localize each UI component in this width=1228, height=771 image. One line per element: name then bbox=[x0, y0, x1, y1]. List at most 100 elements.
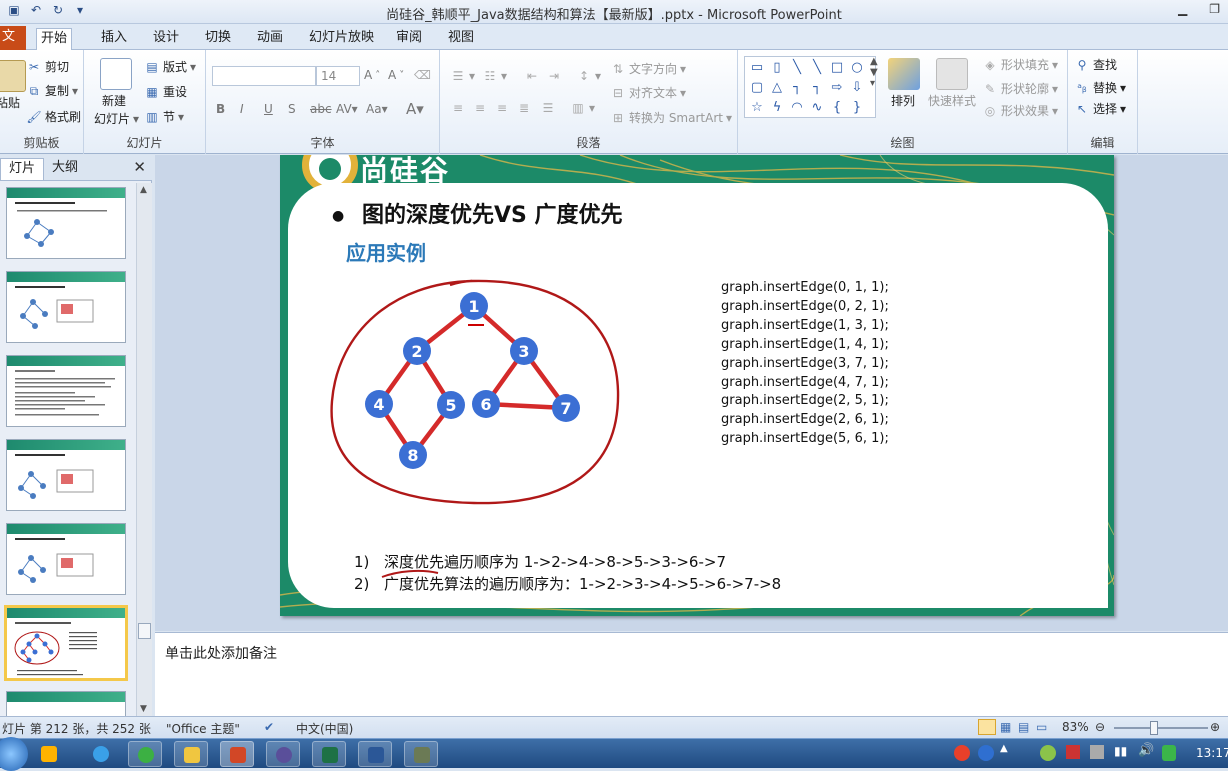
restore-icon[interactable]: ❐ bbox=[1209, 2, 1220, 16]
zoom-slider-thumb[interactable] bbox=[1150, 721, 1158, 735]
align-left-button[interactable]: ≡ bbox=[450, 100, 466, 116]
tab-view[interactable]: 视图 bbox=[444, 28, 478, 50]
roundrect-shape-icon[interactable]: ▢ bbox=[747, 78, 767, 98]
font-name-input[interactable] bbox=[212, 66, 316, 86]
start-button-icon[interactable] bbox=[0, 737, 28, 771]
arrange-icon[interactable] bbox=[888, 58, 920, 90]
scroll-down-icon[interactable]: ▼ bbox=[140, 704, 147, 714]
lightning-shape-icon[interactable]: ϟ bbox=[767, 98, 787, 118]
grow-font-button[interactable]: A ˄ bbox=[364, 68, 380, 82]
normal-view-icon[interactable] bbox=[978, 719, 996, 735]
zoom-level[interactable]: 83% bbox=[1062, 720, 1089, 734]
reading-view-icon[interactable]: ▤ bbox=[1018, 720, 1029, 734]
find-button[interactable]: ⚲ 查找 bbox=[1074, 56, 1117, 73]
select-button[interactable]: ↖ 选择 ▾ bbox=[1074, 100, 1126, 117]
reset-button[interactable]: ▦ 重设 bbox=[144, 83, 187, 100]
taskbar-folder-icon[interactable] bbox=[174, 741, 208, 767]
zoom-in-icon[interactable]: ⊕ bbox=[1210, 720, 1220, 734]
shrink-font-button[interactable]: A ˅ bbox=[388, 68, 404, 82]
brace-right-shape-icon[interactable]: } bbox=[847, 98, 867, 118]
tray-device-icon[interactable] bbox=[1090, 745, 1104, 759]
arrange-button[interactable]: 排列 bbox=[891, 92, 915, 109]
elbow-shape-icon[interactable]: ┐ bbox=[787, 78, 807, 98]
increase-indent-button[interactable]: ⇥ bbox=[546, 68, 562, 84]
slide-subtitle[interactable]: 应用实例 bbox=[346, 237, 426, 266]
tab-slides-panel[interactable]: 灯片 bbox=[0, 158, 45, 180]
scroll-thumb[interactable] bbox=[138, 623, 151, 639]
slide-thumbnail[interactable] bbox=[6, 355, 126, 427]
strikethrough-button[interactable]: abc bbox=[310, 102, 332, 116]
distributed-button[interactable]: ☰ bbox=[540, 100, 556, 116]
tab-design[interactable]: 设计 bbox=[149, 28, 183, 50]
shapes-scroll[interactable]: ▲ ▼ ▾ bbox=[870, 56, 878, 89]
vtextbox-shape-icon[interactable]: ▯ bbox=[767, 58, 787, 78]
decrease-indent-button[interactable]: ⇤ bbox=[524, 68, 540, 84]
security-icon[interactable] bbox=[1162, 745, 1176, 761]
taskbar-app-icon[interactable] bbox=[32, 741, 66, 767]
graph-diagram[interactable]: 1 2 3 4 5 6 7 8 bbox=[324, 271, 664, 511]
volume-icon[interactable]: 🔊 bbox=[1138, 743, 1154, 758]
char-spacing-button[interactable]: AV▾ bbox=[336, 102, 358, 116]
tab-transitions[interactable]: 切换 bbox=[201, 28, 235, 50]
format-painter-button[interactable]: 🖌 格式刷 bbox=[26, 108, 81, 125]
taskbar-powerpoint-icon[interactable] bbox=[220, 741, 254, 767]
textbox-shape-icon[interactable]: ▭ bbox=[747, 58, 767, 78]
language-indicator[interactable]: 中文(中国) bbox=[296, 720, 353, 737]
sorter-view-icon[interactable]: ▦ bbox=[1000, 720, 1011, 734]
section-button[interactable]: ▥ 节 ▾ bbox=[144, 108, 184, 125]
taskbar-browser-icon[interactable] bbox=[128, 741, 162, 767]
copy-button[interactable]: ⧉ 复制 ▾ bbox=[26, 82, 78, 99]
tray-app-icon[interactable] bbox=[1040, 745, 1056, 761]
thumbnails-scrollbar[interactable]: ▲ ▼ bbox=[136, 183, 152, 716]
network-icon[interactable]: ▮▮ bbox=[1114, 744, 1127, 758]
slide-thumbnail[interactable] bbox=[6, 691, 126, 716]
tray-arrow-icon[interactable]: ▲ bbox=[1000, 743, 1008, 754]
tray-status-icon[interactable] bbox=[1066, 745, 1080, 759]
slide-thumbnail[interactable] bbox=[6, 271, 126, 343]
tab-animations[interactable]: 动画 bbox=[253, 28, 287, 50]
line-spacing-button[interactable]: ↕ ▾ bbox=[576, 68, 601, 84]
curve-shape-icon[interactable]: ∿ bbox=[807, 98, 827, 118]
align-right-button[interactable]: ≡ bbox=[494, 100, 510, 116]
italic-button[interactable]: I bbox=[240, 102, 244, 116]
clear-format-button[interactable]: ⌫ bbox=[414, 68, 431, 82]
paste-button[interactable]: 粘贴 bbox=[0, 94, 20, 111]
slide-title[interactable]: ● 图的深度优先VS 广度优先 bbox=[332, 197, 623, 229]
slideshow-view-icon[interactable]: ▭ bbox=[1036, 720, 1047, 734]
clock[interactable]: 13:17 bbox=[1196, 746, 1228, 760]
shape-outline-button[interactable]: ✎ 形状轮廓 ▾ bbox=[982, 80, 1058, 97]
font-color-button[interactable]: A▾ bbox=[406, 100, 424, 118]
slide-canvas[interactable]: 尚硅谷 ● 图的深度优先VS 广度优先 应用实例 1 2 3 4 5 6 7 8… bbox=[280, 155, 1114, 616]
brace-left-shape-icon[interactable]: { bbox=[827, 98, 847, 118]
change-case-button[interactable]: Aa▾ bbox=[366, 102, 388, 116]
zoom-out-icon[interactable]: ⊖ bbox=[1095, 720, 1105, 734]
tab-slideshow[interactable]: 幻灯片放映 bbox=[305, 28, 378, 50]
elbow2-shape-icon[interactable]: ┐ bbox=[807, 78, 827, 98]
shadow-button[interactable]: S bbox=[288, 102, 296, 116]
tab-home[interactable]: 开始 bbox=[36, 28, 73, 51]
slide-thumbnail[interactable] bbox=[6, 187, 126, 259]
minimize-icon[interactable]: ▁ bbox=[1178, 2, 1187, 16]
numbering-button[interactable]: ☷ ▾ bbox=[482, 68, 507, 84]
code-block[interactable]: graph.insertEdge(0, 1, 1); graph.insertE… bbox=[721, 279, 889, 449]
replace-button[interactable]: ᵃᵦ 替换 ▾ bbox=[1074, 79, 1126, 96]
shape-fill-button[interactable]: ◈ 形状填充 ▾ bbox=[982, 56, 1058, 73]
theme-name[interactable]: "Office 主题" bbox=[166, 720, 240, 737]
spellcheck-icon[interactable]: ✔ bbox=[264, 720, 274, 734]
rect-shape-icon[interactable]: □ bbox=[827, 58, 847, 78]
align-center-button[interactable]: ≡ bbox=[472, 100, 488, 116]
slide-thumbnail-selected[interactable] bbox=[4, 605, 128, 681]
slide-thumbnail[interactable] bbox=[6, 523, 126, 595]
arc-shape-icon[interactable]: ◠ bbox=[787, 98, 807, 118]
tab-file[interactable]: 文件 bbox=[0, 26, 26, 66]
shapes-gallery[interactable]: ▭ ▯ ╲ ╲ □ ○ ▢ △ ┐ ┐ ⇨ ⇩ ☆ ϟ ◠ ∿{} bbox=[744, 56, 876, 118]
taskbar-settings-icon[interactable] bbox=[266, 741, 300, 767]
underline-button[interactable]: U bbox=[264, 102, 273, 116]
cut-button[interactable]: ✂ 剪切 bbox=[26, 58, 69, 75]
tab-outline-panel[interactable]: 大纲 bbox=[44, 158, 86, 180]
layout-button[interactable]: ▤ 版式 ▾ bbox=[144, 58, 196, 75]
close-icon[interactable]: ✕ bbox=[133, 158, 146, 176]
font-size-input[interactable]: 14 bbox=[316, 66, 360, 86]
new-slide-button[interactable]: 新建 bbox=[102, 92, 126, 109]
star-shape-icon[interactable]: ☆ bbox=[747, 98, 767, 118]
